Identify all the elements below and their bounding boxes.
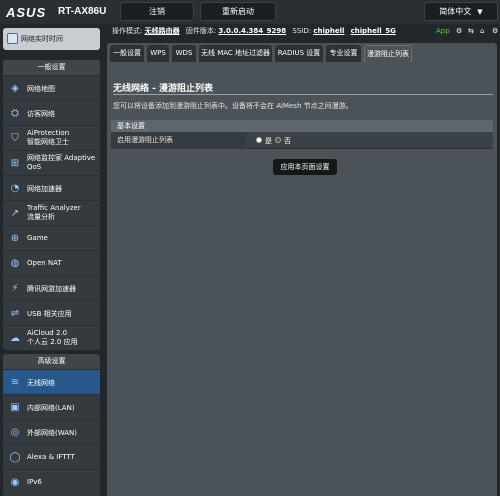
content-area: 无线网络 - 漫游阻止列表 您可以将设备添加到漫游阻止列表中。设备将不会在 Ai… [109,67,493,492]
firmware-link[interactable]: 3.0.0.4.384_9298 [218,27,286,35]
tab-professional[interactable]: 专业设置 [326,45,361,62]
sidebar-item-quick-setup[interactable]: 网络实时时间 [3,28,100,50]
sidebar-item-game-accelerator[interactable]: ⚡ 腾讯网游加速器 [3,275,100,300]
top-bar: ASUS RT-AX86U 注销 重新启动 简体中文 ▼ [0,0,500,24]
tab-mac-filter[interactable]: 无线 MAC 地址过滤器 [199,45,272,62]
cloud-icon: ☁ [10,333,20,344]
general-group-title: 一般设置 [3,60,100,75]
chevron-down-icon: ▼ [477,8,483,16]
lan-icon: ▣ [10,402,20,413]
sidebar-item-open-nat[interactable]: ◍ Open NAT [3,250,100,275]
sidebar-item-traffic-analyzer[interactable]: ↗ Traffic Analyzer 流量分析 [3,200,100,225]
tab-general[interactable]: 一般设置 [110,45,144,62]
wan-icon: ◎ [10,427,20,438]
status-line: 操作模式: 无线路由器 固件版本: 3.0.0.4.384_9298 SSID:… [112,26,400,36]
sidebar-item-guest-network[interactable]: ⛭ 访客网络 [3,100,100,125]
globe-icon: ◍ [10,258,20,269]
network-icon[interactable]: ⌂ [480,27,484,35]
guest-icon: ⛭ [11,108,19,119]
settings-row: 启用漫游阻止列表 是 否 [111,132,493,149]
router-model: RT-AX86U [58,6,107,17]
language-label: 简体中文 [439,7,472,16]
radio-yes[interactable] [256,137,262,143]
sidebar-item-wan[interactable]: ◎ 外部网络(WAN) [3,419,100,444]
usb-icon[interactable]: ⇆ [468,27,474,35]
app-label[interactable]: App [436,27,450,35]
speed-icon: ◔ [10,183,20,194]
mode-label: 操作模式: [112,27,143,35]
main-panel: 一般设置 WPS WDS 无线 MAC 地址过滤器 RADIUS 设置 专业设置… [107,43,497,496]
ssid-label: SSID: [292,27,312,35]
alexa-icon: ◯ [9,452,21,463]
sidebar-item-label: 网络实时时间 [21,35,63,43]
reboot-button[interactable]: 重新启动 [200,2,276,21]
mode-link[interactable]: 无线路由器 [145,27,180,35]
radio-no[interactable] [275,137,281,143]
page-description: 您可以将设备添加到漫游阻止列表中。设备将不会在 AiMesh 节点之间漫游。 [113,102,353,110]
sidebar: 网络实时时间 一般设置 ◈ 网络地图 ⛭ 访客网络 ⛉ AiProtection… [0,24,104,496]
radio-yes-label: 是 [265,137,272,145]
section-header: 基本设置 [111,120,493,132]
sidebar-item-aicloud[interactable]: ☁ AiCloud 2.0 个人云 2.0 应用 [3,325,100,350]
shield-icon: ⛉ [11,133,19,144]
ssid-5g-link[interactable]: chiphell_5G [351,27,396,35]
sidebar-item-adaptive-qos[interactable]: ⊞ 网络监控家 Adaptive QoS [3,150,100,175]
ssid-24g-link[interactable]: chiphell [313,27,344,35]
sidebar-item-ipv6[interactable]: ◉ IPv6 [3,469,100,494]
apply-button[interactable]: 应用本页面设置 [273,159,337,175]
radio-no-label: 否 [284,137,291,145]
gear-icon[interactable]: ⚙ [456,27,462,35]
sidebar-item-usb[interactable]: ⇌ USB 相关应用 [3,300,100,325]
tab-wds[interactable]: WDS [172,45,196,62]
sidebar-item-game[interactable]: ⊕ Game [3,225,100,250]
ipv6-icon: ◉ [10,477,20,488]
qos-icon: ⊞ [10,158,20,169]
settings-gear-icon[interactable]: ⚙ [492,27,498,35]
sidebar-item-wireless[interactable]: ≋ 无线网络 [3,369,100,394]
sidebar-item-alexa[interactable]: ◯ Alexa & IFTTT [3,444,100,469]
chart-icon: ↗ [10,208,20,219]
title-divider [113,94,493,95]
sidebar-item-accelerator[interactable]: ◔ 网络加速器 [3,175,100,200]
sidebar-item-lan[interactable]: ▣ 内部网络(LAN) [3,394,100,419]
logout-button[interactable]: 注销 [120,2,194,21]
wifi-icon: ≋ [10,377,20,388]
tab-radius[interactable]: RADIUS 设置 [275,45,323,62]
accelerator-icon: ⚡ [11,283,19,294]
firmware-label: 固件版本: [185,27,217,35]
tab-roaming-block-list[interactable]: 漫游阻止列表 [364,45,412,62]
language-select[interactable]: 简体中文 ▼ [424,2,498,21]
general-group: 一般设置 ◈ 网络地图 ⛭ 访客网络 ⛉ AiProtection 智能网络卫士 … [3,60,100,350]
advanced-group: 高级设置 ≋ 无线网络 ▣ 内部网络(LAN) ◎ 外部网络(WAN) ◯ Al… [3,354,100,496]
enable-roaming-block-label: 启用漫游阻止列表 [111,132,246,149]
map-icon: ◈ [11,83,19,94]
quick-setup-icon [7,33,18,44]
sidebar-item-network-map[interactable]: ◈ 网络地图 [3,75,100,100]
gamepad-icon: ⊕ [10,233,20,244]
advanced-group-title: 高级设置 [3,354,100,369]
asus-logo: ASUS [6,5,47,20]
usb-icon: ⇌ [10,308,20,319]
sidebar-item-aiprotection[interactable]: ⛉ AiProtection 智能网络卫士 [3,125,100,150]
tab-wps[interactable]: WPS [147,45,169,62]
page-title: 无线网络 - 漫游阻止列表 [113,84,214,94]
